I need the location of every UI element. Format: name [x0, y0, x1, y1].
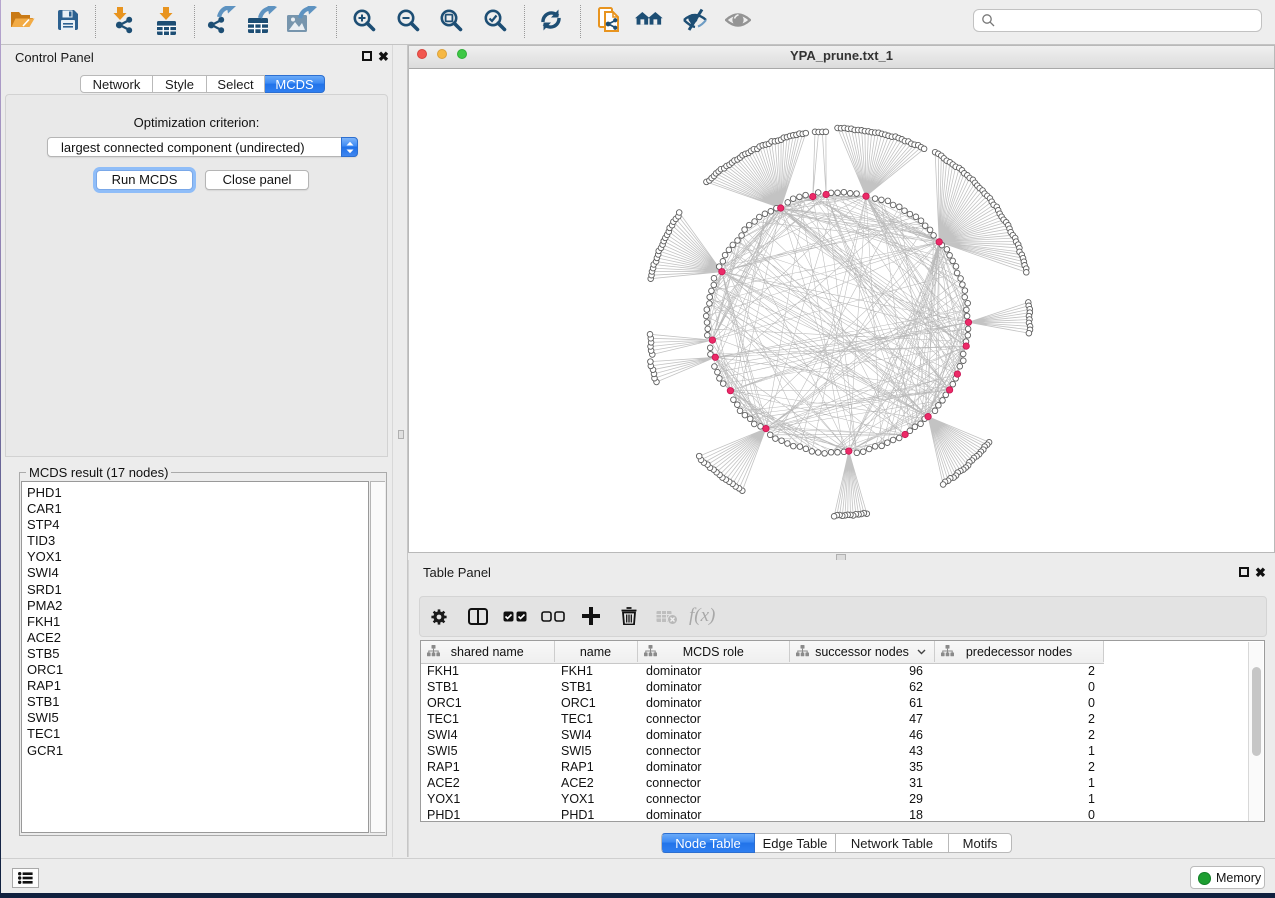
svg-text:f(x): f(x) — [689, 606, 715, 626]
